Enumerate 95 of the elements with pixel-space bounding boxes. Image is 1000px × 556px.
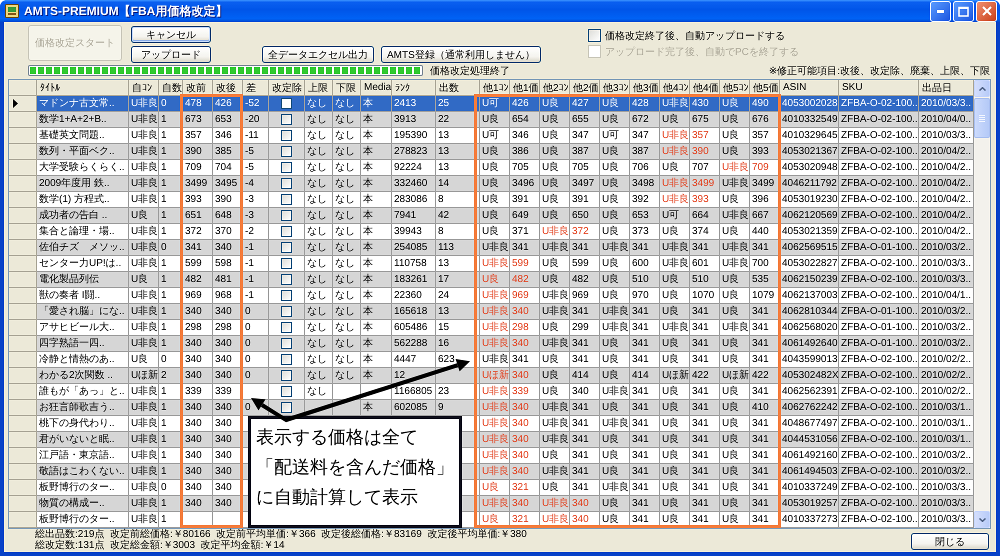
table-row[interactable]: 数学(1) 方程式.. U非良 1 393 390 -3 なし なし 本 283086 8 U良 391 U良 391 U良 392 U非良 393 U良 396 4053019230 ZFBA-O-02-100.. 2010/04/2.. <box>9 192 974 208</box>
minimize-icon <box>937 10 944 12</box>
checkbox[interactable] <box>281 242 292 253</box>
table-row[interactable]: アサヒビール大.. U非良 1 298 298 0 なし なし 本 605486 15 U非良 298 U良 299 U非良 341 U非良 341 U非良 341 4062568020 ZFBA-O-01-100.. 2010/03/2.. <box>9 320 974 336</box>
checkbox[interactable] <box>281 290 292 301</box>
checkbox[interactable] <box>281 178 292 189</box>
scroll-up-button[interactable] <box>974 80 990 97</box>
caret-up-icon <box>978 86 986 90</box>
minimize-button[interactable] <box>930 0 951 22</box>
checkbox[interactable] <box>281 258 292 269</box>
checkbox-label[interactable]: 価格改定終了後、自動アップロードする <box>605 28 785 42</box>
column-header[interactable]: 改前 <box>183 80 213 96</box>
status-text: 価格改定処理終了 <box>430 64 510 78</box>
checkbox[interactable] <box>281 354 292 365</box>
checkbox[interactable] <box>281 370 292 381</box>
table-cell: U非良 <box>129 512 159 528</box>
maximize-button[interactable] <box>953 0 974 22</box>
table-cell: U良 <box>480 512 510 528</box>
close-icon <box>982 6 992 16</box>
column-header[interactable]: 他2価 <box>570 80 600 96</box>
table-row[interactable]: 数列・平面ベク.. U非良 1 390 385 -5 なし なし 本 278823 13 U良 386 U良 387 U良 387 U非良 390 U良 393 4053021367 ZFBA-O-02-100.. 2010/04/2.. <box>9 144 974 160</box>
checkbox[interactable] <box>588 29 601 42</box>
table-row[interactable]: 獣の奏者 I闘.. U非良 1 969 968 -1 なし なし 本 22360 24 U非良 969 U非良 969 U良 970 U良 1070 U良 1079 4062137003 ZFBA-O-02-100.. 2010/04/1.. <box>9 288 974 304</box>
checkbox[interactable] <box>281 386 292 397</box>
checkbox[interactable] <box>281 402 292 413</box>
upload-button[interactable]: アップロード <box>131 46 211 63</box>
scroll-down-button[interactable] <box>974 511 990 528</box>
table-cell: U良 <box>660 512 690 528</box>
table-row[interactable]: 数学1+A+2+B.. U非良 1 673 653 -20 なし なし 本 3913 22 U良 654 U良 655 U良 672 U良 675 U良 676 4010332549 ZFBA-O-02-100.. 2010/04/0.. <box>9 112 974 128</box>
column-header[interactable]: 他1価 <box>510 80 540 96</box>
caret-down-icon <box>978 518 986 522</box>
checkbox[interactable] <box>281 194 292 205</box>
table-row[interactable]: 成功者の告白 .. U良 1 651 648 -3 なし なし 本 7941 42 U良 649 U良 650 U良 653 U可 664 U非良 667 4062120569 ZFBA-O-02-100.. 2010/04/2.. <box>9 208 974 224</box>
table-cell: 341 <box>690 512 720 528</box>
table-row[interactable]: 2009年度用 鉄.. U非良 1 3499 3495 -4 なし なし 本 332460 14 U良 3496 U良 3497 U良 3498 U非良 3499 U非良 3499 4046211792 ZFBA-O-02-100.. 2010/04/2.. <box>9 176 974 192</box>
table-cell: 341 <box>750 512 780 528</box>
column-header[interactable]: 改後 <box>213 80 243 96</box>
table-row[interactable]: 冷静と情熱のあ.. U良 0 340 340 0 なし なし 本 4447 623 U非良 341 U良 341 U良 341 U良 341 U良 341 4043599013 ZFBA-O-02-100.. 2010/02/2.. <box>9 352 974 368</box>
table-row[interactable]: 誰もが「あっ」と.. U非良 1 339 339 なし 1166805 23 U非良 339 U良 340 U非良 341 U良 341 U良 341 4062562391 ZFBA-O-02-100.. 2010/02/2.. <box>9 384 974 400</box>
checkbox[interactable] <box>281 146 292 157</box>
table-cell: 341 <box>630 512 660 528</box>
table-cell: U良 <box>720 512 750 528</box>
table-row[interactable]: 集合と論理・場.. U非良 1 372 370 -2 なし なし 本 39943 8 U良 371 U非良 372 U良 373 U良 374 U良 440 4053021359 ZFBA-O-02-100.. 2010/04/2.. <box>9 224 974 240</box>
table-row[interactable]: マドンナ古文常.. U非良 0 478 426 -52 なし なし 本 2413 25 U可 426 U良 427 U良 428 U非良 430 U良 490 4053002028 ZFBA-O-02-100.. 2010/03/3.. <box>9 96 974 112</box>
cancel-button[interactable]: キャンセル <box>131 26 211 43</box>
checkbox[interactable] <box>281 98 292 109</box>
checkbox[interactable] <box>281 210 292 221</box>
table-cell: U良 <box>600 512 630 528</box>
checkbox[interactable] <box>281 274 292 285</box>
table-cell: 板野博行のター.. <box>37 512 129 528</box>
table-cell: 1 <box>159 512 183 528</box>
table-row[interactable]: センター力UP!は.. U非良 1 599 598 -1 なし なし 本 110758 13 U非良 599 U良 599 U良 600 U非良 601 U非良 700 4053022827 ZFBA-O-02-100.. 2010/03/3.. <box>9 256 974 272</box>
table-row[interactable]: お狂言師歌吉う.. U非良 1 340 340 0 本 602085 9 U非良 340 U非良 341 U良 341 U良 341 U良 410 4062762242 ZFBA-O-02-100.. 2010/03/1.. <box>9 400 974 416</box>
row-header[interactable] <box>9 96 37 112</box>
export-button[interactable]: 全データエクセル出力 <box>262 46 374 63</box>
window-title: AMTS-PREMIUM【FBA用価格改定】 <box>24 2 228 20</box>
checkbox[interactable] <box>281 226 292 237</box>
column-header[interactable]: 他5ｺﾝ <box>720 80 750 96</box>
column-header[interactable]: 他4価 <box>690 80 720 96</box>
note-text: ※修正可能項目:改後、改定除、廃棄、上限、下限 <box>768 64 990 78</box>
table-row[interactable]: 電化製品列伝 U良 1 482 481 -1 なし なし 本 183261 17 U良 482 U良 482 U良 510 U良 510 U良 535 4062150239 ZFBA-O-02-100.. 2010/03/3.. <box>9 272 974 288</box>
row-pointer-icon <box>13 99 18 108</box>
checkbox[interactable] <box>281 114 292 125</box>
table-row[interactable]: 「愛され脳」にな.. U非良 1 340 340 0 なし なし 本 165618 13 U非良 340 U非良 341 U非良 341 U良 341 U良 341 4062810344 ZFBA-O-01-100.. 2010/03/2.. <box>9 304 974 320</box>
close-button[interactable]: 閉じる <box>911 533 989 550</box>
scroll-thumb[interactable] <box>974 98 990 138</box>
register-button[interactable]: AMTS登録（通常利用しません） <box>381 46 541 63</box>
maximize-icon <box>958 6 969 16</box>
checkbox[interactable] <box>281 306 292 317</box>
table-cell: 321 <box>510 512 540 528</box>
table-cell: 4010337273 <box>780 512 839 528</box>
checkbox[interactable] <box>281 162 292 173</box>
summary-text: 総改定数:131点 改定総金額:￥3003 改定平均金額:￥14 <box>35 540 286 551</box>
table-row[interactable]: 大学受験らくらく.. U非良 1 709 704 -5 なし なし 本 92224 13 U良 705 U良 705 U良 706 U良 707 U非良 709 4053020948 ZFBA-O-02-100.. 2010/04/2.. <box>9 160 974 176</box>
table-cell: 340 <box>570 512 600 528</box>
window-close-button[interactable] <box>976 0 997 22</box>
app-icon <box>5 4 19 18</box>
table-row[interactable]: わかる2次関数 .. Uほ新 2 340 340 0 なし なし 本 12 Uほ新 340 U良 414 U良 414 Uほ新 422 Uほ新 422 405302482X ZFBA-O-02-100.. 2010/02/2.. <box>9 368 974 384</box>
column-header[interactable]: 他3価 <box>630 80 660 96</box>
table-row[interactable]: 基礎英文問題.. U非良 1 357 346 -11 なし なし 本 195390 13 U可 346 U良 347 U可 347 U非良 357 U良 357 4010329645 ZFBA-O-02-100.. 2010/03/3.. <box>9 128 974 144</box>
grip-icon <box>979 114 985 122</box>
column-header[interactable]: 他2ｺﾝ <box>540 80 570 96</box>
column-header[interactable]: 他1ｺﾝ <box>480 80 510 96</box>
table-row[interactable]: 佐伯チズ メソッ.. U非良 0 341 340 -1 なし なし 本 254085 113 U非良 341 U非良 341 U非良 341 U非良 341 U非良 341 4062569515 ZFBA-O-01-100.. 2010/03/2.. <box>9 240 974 256</box>
column-header[interactable]: 他5価 <box>750 80 780 96</box>
column-header[interactable]: 他3ｺﾝ <box>600 80 630 96</box>
column-header[interactable]: 他4ｺﾝ <box>660 80 690 96</box>
checkbox[interactable] <box>281 130 292 141</box>
summary-text: 総出品数:219点 改定前総価格:￥80166 改定前平均単価:￥366 改定後総価格:￥83169 改定後平均単価:￥380 <box>35 530 527 540</box>
scrollbar[interactable] <box>974 80 990 528</box>
checkbox[interactable] <box>281 322 292 333</box>
table-cell: ZFBA-O-02-100.. <box>839 512 919 528</box>
table-row[interactable]: 四字熟語一四.. U非良 1 340 340 0 なし なし 本 562288 16 U非良 340 U非良 341 U良 341 U良 341 U良 341 4061492640 ZFBA-O-01-100.. 2010/03/2.. <box>9 336 974 352</box>
checkbox[interactable] <box>281 338 292 349</box>
table-cell: U非良 <box>540 512 570 528</box>
